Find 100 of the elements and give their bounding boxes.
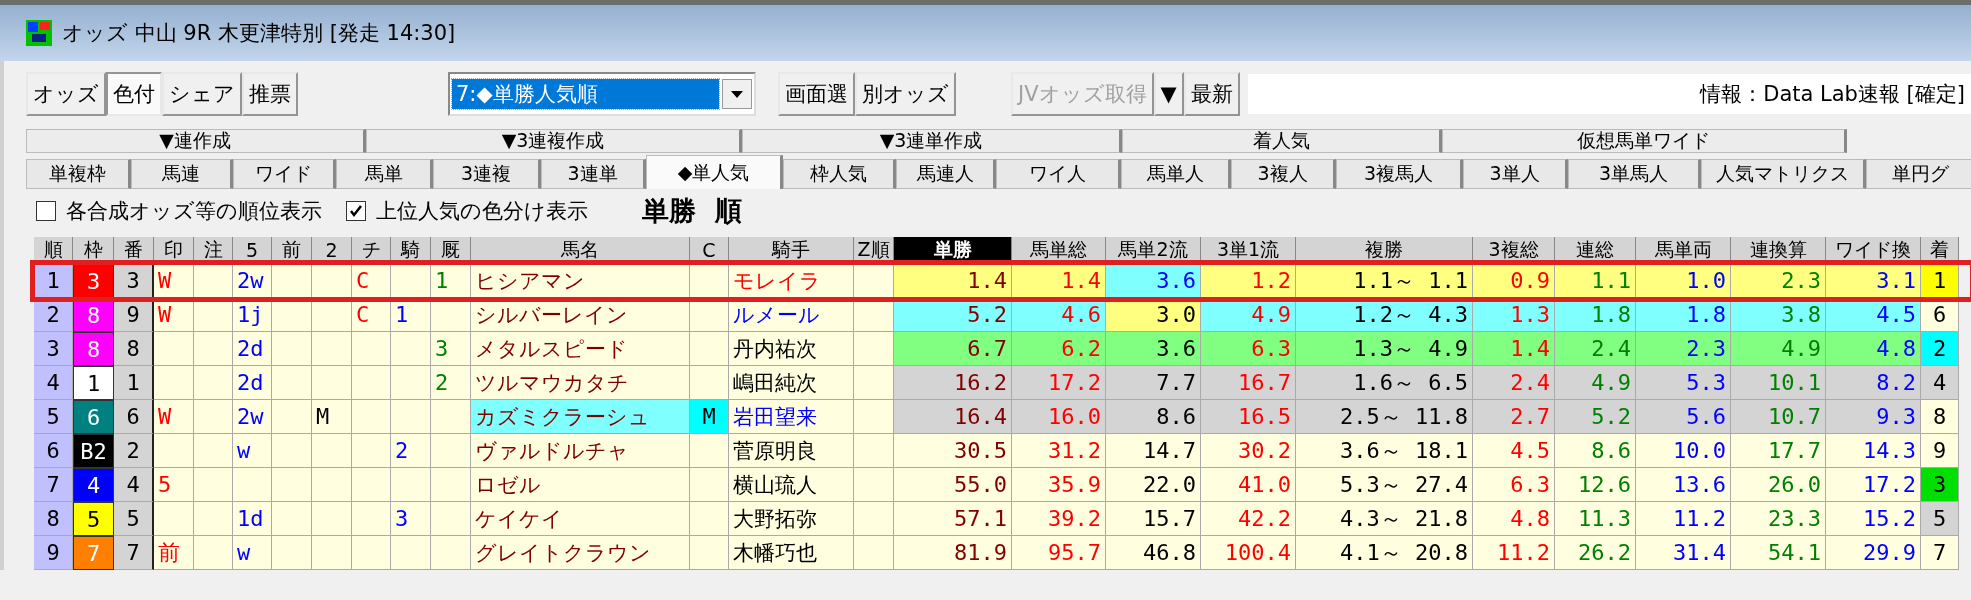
table-cell: 46.8 — [1106, 536, 1201, 570]
table-cell: 前 — [154, 536, 194, 570]
table-cell: 9 — [1921, 434, 1959, 468]
tab[interactable]: 枠人気 — [783, 159, 896, 189]
tab[interactable]: 3単馬人 — [1568, 159, 1701, 189]
table-cell: 1.1 — [1555, 264, 1636, 298]
table-cell: 42.2 — [1201, 502, 1296, 536]
table-cell: 10.0 — [1636, 434, 1731, 468]
table-cell: 2 — [391, 434, 431, 468]
table-row[interactable]: 4 1 1 2d 2 ツルマウカタチ 嶋田純次 16.2 17.2 7.7 16.7 1.6～ 6.5 2.4 4.9 5.3 10.1 8.2 4 — [34, 366, 1971, 400]
toolbar-button[interactable]: ▼ — [1153, 72, 1184, 116]
table-cell: 9.3 — [1826, 400, 1921, 434]
table-cell: 1 — [34, 264, 73, 298]
tab[interactable]: 3連単 — [541, 159, 646, 189]
tab[interactable]: 3単人 — [1463, 159, 1568, 189]
table-cell: 17.7 — [1731, 434, 1826, 468]
table-cell: W — [154, 400, 194, 434]
caret-icon[interactable] — [722, 79, 752, 109]
toolbar-button[interactable]: 画面選 — [778, 72, 855, 116]
table-row[interactable]: 2 8 9 W 1j C 1 シルバーレイン ルメール 5.2 4.6 3.0 4.9 1.2～ 4.3 1.3 1.8 1.8 3.8 4.5 6 — [34, 298, 1971, 332]
table-heading: 単勝 順 — [642, 194, 743, 228]
tab[interactable]: 3連複 — [433, 159, 541, 189]
toolbar-button[interactable]: 推票 — [242, 72, 298, 116]
table-cell: 39.2 — [1012, 502, 1106, 536]
tab[interactable]: ワイ人 — [996, 159, 1121, 189]
table-cell: 4.1～ 20.8 — [1296, 536, 1473, 570]
table-row[interactable]: 1 3 3 W 2w C 1 ヒシアマン モレイラ 1.4 1.4 3.6 1.2 1.1～ 1.1 0.9 1.1 1.0 2.3 3.1 1 — [34, 264, 1971, 298]
table-cell: ロゼル — [471, 468, 690, 502]
table-row[interactable]: 3 8 8 2d 3 メタルスピード 丹内祐次 6.7 6.2 3.6 6.3 1.3～ 4.9 1.4 2.4 2.3 4.9 4.8 2 — [34, 332, 1971, 366]
info-field: 情報：Data Lab速報 [確定] — [1247, 74, 1971, 114]
table-cell: 3 — [391, 502, 431, 536]
table-cell: 13.6 — [1636, 468, 1731, 502]
table-cell: 1.0 — [1636, 264, 1731, 298]
table-cell: 4 — [1921, 366, 1959, 400]
table-cell: 2 — [431, 366, 471, 400]
table-cell: 95.7 — [1012, 536, 1106, 570]
table-cell: ツルマウカタチ — [471, 366, 690, 400]
table-cell: 14.3 — [1826, 434, 1921, 468]
tab[interactable]: 単複枠 — [26, 159, 131, 189]
table-cell: 4.8 — [1473, 502, 1555, 536]
table-cell: 6.3 — [1473, 468, 1555, 502]
table-cell: 100.4 — [1201, 536, 1296, 570]
table-cell: 16.4 — [894, 400, 1012, 434]
table-cell: 5 — [154, 468, 194, 502]
table-cell: 嶋田純次 — [729, 366, 854, 400]
tab[interactable]: 馬単 — [336, 159, 433, 189]
table-cell: 7 — [73, 536, 114, 570]
table-cell: C — [352, 264, 391, 298]
tab[interactable]: ワイド — [233, 159, 336, 189]
view-dropdown[interactable]: 7:◆単勝人気順 — [448, 72, 756, 116]
tab[interactable]: 単円グ — [1866, 159, 1971, 189]
toolbar-button[interactable]: 別オッズ — [855, 72, 956, 116]
table-cell: ケイケイ — [471, 502, 690, 536]
table-cell: 7.7 — [1106, 366, 1201, 400]
tab[interactable]: 3複人 — [1231, 159, 1336, 189]
toolbar-button[interactable]: 最新 — [1183, 72, 1240, 116]
toolbar-button[interactable]: シェア — [162, 72, 242, 116]
table-cell: 41.0 — [1201, 468, 1296, 502]
table-cell: ヴァルドルチャ — [471, 434, 690, 468]
tab[interactable]: 馬単人 — [1121, 159, 1231, 189]
table-cell: 5.3～ 27.4 — [1296, 468, 1473, 502]
tab-group-header[interactable]: ▼連作成 — [26, 129, 366, 153]
tab[interactable]: 3複馬人 — [1336, 159, 1463, 189]
table-cell: 11.2 — [1473, 536, 1555, 570]
table-cell: 8 — [114, 332, 154, 366]
toolbar-button[interactable]: 色付 — [106, 72, 162, 116]
table-cell: 15.2 — [1826, 502, 1921, 536]
tab-group-header[interactable]: ▼3連単作成 — [742, 129, 1122, 153]
table-cell: 2.5～ 11.8 — [1296, 400, 1473, 434]
table-cell: 3 — [1921, 468, 1959, 502]
checkbox[interactable] — [36, 201, 56, 221]
checkbox-label: 上位人気の色分け表示 — [376, 198, 588, 225]
toolbar-button[interactable]: オッズ — [26, 72, 106, 116]
table-row[interactable]: 7 4 4 5 ロゼル 横山琉人 55.0 35.9 22.0 41.0 5.3～ 27.4 6.3 12.6 13.6 26.0 17.2 3 — [34, 468, 1971, 502]
table-cell: メタルスピード — [471, 332, 690, 366]
table-cell: 2 — [1921, 332, 1959, 366]
table-cell: 17.2 — [1012, 366, 1106, 400]
table-row[interactable]: 8 5 5 1d 3 ケイケイ 大野拓弥 57.1 39.2 15.7 42.2 4.3～ 21.8 4.8 11.3 11.2 23.3 15.2 5 — [34, 502, 1971, 536]
tab[interactable]: 馬連人 — [896, 159, 996, 189]
table-row[interactable]: 6 B2 2 w 2 ヴァルドルチャ 菅原明良 30.5 31.2 14.7 30.2 3.6～ 18.1 4.5 8.6 10.0 17.7 14.3 9 — [34, 434, 1971, 468]
tab[interactable]: 人気マトリクス — [1701, 159, 1866, 189]
table-cell: 菅原明良 — [729, 434, 854, 468]
table-cell: M — [690, 400, 729, 434]
window-title: オッズ 中山 9R 木更津特別 [発走 14:30] — [62, 20, 456, 47]
tab[interactable]: 馬連 — [131, 159, 233, 189]
table-cell: モレイラ — [729, 264, 854, 298]
table-row[interactable]: 5 6 6 W 2w M カズミクラーシュ M 岩田望来 16.4 16.0 8.6 16.5 2.5～ 11.8 2.7 5.2 5.6 10.7 9.3 8 — [34, 400, 1971, 434]
table-cell: 3.6～ 18.1 — [1296, 434, 1473, 468]
checkbox[interactable] — [346, 201, 366, 221]
tab[interactable]: ◆単人気 — [646, 155, 783, 189]
table-cell: 6 — [114, 400, 154, 434]
table-cell: 11.3 — [1555, 502, 1636, 536]
tab-group-header[interactable]: 着人気 — [1122, 129, 1442, 153]
table-cell: 30.2 — [1201, 434, 1296, 468]
table-row[interactable]: 9 7 7 前 w グレイトクラウン 木幡巧也 81.9 95.7 46.8 100.4 4.1～ 20.8 11.2 26.2 31.4 54.1 29.9 7 — [34, 536, 1971, 570]
table-cell: 5.6 — [1636, 400, 1731, 434]
tab-group-header[interactable]: ▼3連複作成 — [366, 129, 742, 153]
table-cell: w — [233, 536, 272, 570]
table-cell: 5 — [1921, 502, 1959, 536]
tab-group-header[interactable]: 仮想馬単ワイド — [1442, 129, 1847, 153]
